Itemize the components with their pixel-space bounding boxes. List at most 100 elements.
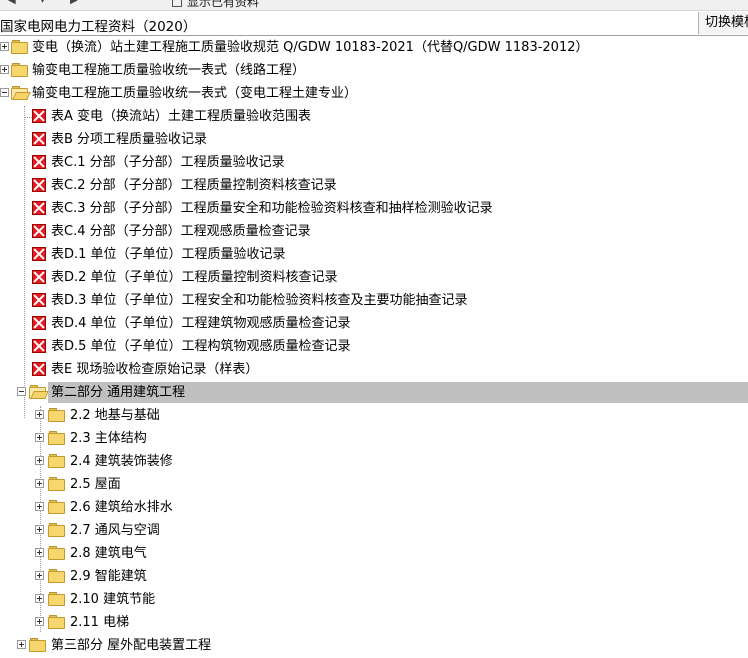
- switch-template-button[interactable]: 切换模板: [698, 12, 748, 34]
- tree-doc-item[interactable]: 表D.2 单位（子单位）工程质量控制资料核查记录: [0, 266, 748, 289]
- dropdown-icon[interactable]: ▾: [40, 0, 50, 6]
- tree-node-label: 表C.2 分部（子分部）工程质量控制资料核查记录: [51, 178, 337, 193]
- tree-node-label: 2.10 建筑节能: [70, 592, 156, 607]
- folder-icon: [48, 431, 65, 445]
- document-icon: [32, 247, 46, 261]
- tree-node-2-2[interactable]: 2.2 地基与基础: [0, 404, 748, 427]
- tree-node-label: 2.4 建筑装饰装修: [70, 454, 173, 469]
- tree-node-label: 表D.4 单位（子单位）工程建筑物观感质量检查记录: [51, 316, 351, 331]
- folder-icon: [48, 615, 65, 629]
- tree-node-2-5[interactable]: 2.5 屋面: [0, 473, 748, 496]
- tree-node-gdw10183[interactable]: 变电（换流）站土建工程施工质量验收规范 Q/GDW 10183-2021（代替Q…: [0, 36, 748, 59]
- folder-icon: [48, 477, 65, 491]
- expand-toggle[interactable]: [0, 65, 9, 74]
- tree-node-label: 2.6 建筑给水排水: [70, 500, 173, 515]
- tree-doc-item[interactable]: 表D.1 单位（子单位）工程质量验收记录: [0, 243, 748, 266]
- expand-toggle[interactable]: [35, 410, 44, 419]
- tree-node-label: 输变电工程施工质量验收统一表式（线路工程）: [32, 63, 306, 78]
- tree-node-label: 2.5 屋面: [70, 477, 121, 492]
- expand-toggle[interactable]: [35, 525, 44, 534]
- tree-doc-item[interactable]: 表C.2 分部（子分部）工程质量控制资料核查记录: [0, 174, 748, 197]
- back-icon[interactable]: ◀: [8, 0, 18, 6]
- tree-node-label: 表C.1 分部（子分部）工程质量验收记录: [51, 155, 285, 170]
- expand-toggle[interactable]: [35, 571, 44, 580]
- tree-doc-item[interactable]: 表C.4 分部（子分部）工程观感质量检查记录: [0, 220, 748, 243]
- tree-node-label: 第三部分 屋外配电装置工程: [51, 638, 212, 653]
- document-icon: [32, 201, 46, 215]
- tree-node-part2-general-building[interactable]: 第二部分 通用建筑工程: [0, 381, 748, 404]
- tree-node-2-11[interactable]: 2.11 电梯: [0, 611, 748, 634]
- tree-node-2-8[interactable]: 2.8 建筑电气: [0, 542, 748, 565]
- tree-view[interactable]: 变电（换流）站土建工程施工质量验收规范 Q/GDW 10183-2021（代替Q…: [0, 36, 748, 658]
- folder-icon: [11, 40, 28, 54]
- show-existing-checkbox[interactable]: [172, 0, 182, 7]
- tree-node-2-4[interactable]: 2.4 建筑装饰装修: [0, 450, 748, 473]
- folder-icon: [48, 500, 65, 514]
- show-existing-label[interactable]: 显示已有资料: [187, 0, 259, 10]
- tree-node-label: 2.9 智能建筑: [70, 569, 147, 584]
- expand-toggle[interactable]: [0, 42, 9, 51]
- expand-toggle[interactable]: [17, 640, 26, 649]
- open-folder-icon: [29, 385, 49, 399]
- document-icon: [32, 224, 46, 238]
- tree-node-line-engineering[interactable]: 输变电工程施工质量验收统一表式（线路工程）: [0, 59, 748, 82]
- tree-node-substation-civil[interactable]: 输变电工程施工质量验收统一表式（变电工程土建专业）: [0, 82, 748, 105]
- folder-icon: [48, 454, 65, 468]
- document-icon: [32, 132, 46, 146]
- tree-node-2-10[interactable]: 2.10 建筑节能: [0, 588, 748, 611]
- expand-toggle[interactable]: [35, 548, 44, 557]
- header-bar: 国家电网电力工程资料（2020） 切换模板: [0, 11, 748, 36]
- collapse-toggle[interactable]: [0, 88, 9, 97]
- tree-node-label: 2.7 通风与空调: [70, 523, 160, 538]
- tree-node-part3-outdoor-switchgear[interactable]: 第三部分 屋外配电装置工程: [0, 634, 748, 657]
- document-icon: [32, 109, 46, 123]
- forward-icon[interactable]: ▶: [70, 0, 80, 6]
- tree-node-label: 表D.3 单位（子单位）工程安全和功能检验资料核查及主要功能抽查记录: [51, 293, 468, 308]
- document-icon: [32, 339, 46, 353]
- expand-toggle[interactable]: [35, 617, 44, 626]
- tree-node-label: 表C.3 分部（子分部）工程质量安全和功能检验资料核查和抽样检测验收记录: [51, 201, 493, 216]
- tree-doc-item[interactable]: 表E 现场验收检查原始记录（样表）: [0, 358, 748, 381]
- folder-icon: [11, 63, 28, 77]
- tree-doc-item[interactable]: 表D.4 单位（子单位）工程建筑物观感质量检查记录: [0, 312, 748, 335]
- document-icon: [32, 316, 46, 330]
- tree-node-label: 表D.5 单位（子单位）工程构筑物观感质量检查记录: [51, 339, 351, 354]
- tree-node-label: 2.2 地基与基础: [70, 408, 160, 423]
- template-title: 国家电网电力工程资料（2020）: [0, 19, 197, 35]
- tree-node-2-3[interactable]: 2.3 主体结构: [0, 427, 748, 450]
- document-icon: [32, 293, 46, 307]
- folder-icon: [48, 408, 65, 422]
- document-icon: [32, 178, 46, 192]
- open-folder-icon: [11, 86, 31, 100]
- tree-node-2-7[interactable]: 2.7 通风与空调: [0, 519, 748, 542]
- tree-node-label: 2.11 电梯: [70, 615, 130, 630]
- tree-node-label: 2.8 建筑电气: [70, 546, 147, 561]
- tree-node-2-6[interactable]: 2.6 建筑给水排水: [0, 496, 748, 519]
- tree-doc-item[interactable]: 表D.5 单位（子单位）工程构筑物观感质量检查记录: [0, 335, 748, 358]
- tree-doc-item[interactable]: 表C.3 分部（子分部）工程质量安全和功能检验资料核查和抽样检测验收记录: [0, 197, 748, 220]
- expand-toggle[interactable]: [35, 456, 44, 465]
- tree-node-label: 2.3 主体结构: [70, 431, 147, 446]
- folder-icon: [29, 638, 46, 652]
- tree-doc-item[interactable]: 表C.1 分部（子分部）工程质量验收记录: [0, 151, 748, 174]
- tree-node-label: 表E 现场验收检查原始记录（样表）: [51, 362, 259, 377]
- folder-icon: [48, 592, 65, 606]
- tree-node-label: 表B 分项工程质量验收记录: [51, 132, 208, 147]
- collapse-toggle[interactable]: [17, 387, 26, 396]
- tree-doc-item[interactable]: 表D.3 单位（子单位）工程安全和功能检验资料核查及主要功能抽查记录: [0, 289, 748, 312]
- document-icon: [32, 270, 46, 284]
- expand-toggle[interactable]: [35, 479, 44, 488]
- tree-node-2-9[interactable]: 2.9 智能建筑: [0, 565, 748, 588]
- tree-node-label: 第二部分 通用建筑工程: [51, 385, 186, 400]
- expand-toggle[interactable]: [35, 594, 44, 603]
- tree-node-label: 变电（换流）站土建工程施工质量验收规范 Q/GDW 10183-2021（代替Q…: [32, 40, 589, 55]
- folder-icon: [48, 569, 65, 583]
- tree-node-label: 输变电工程施工质量验收统一表式（变电工程土建专业）: [32, 86, 358, 101]
- tree-doc-item[interactable]: 表A 变电（换流站）土建工程质量验收范围表: [0, 105, 748, 128]
- folder-icon: [48, 523, 65, 537]
- toolbar: ◀ ▾ ▶ 显示已有资料: [0, 0, 748, 11]
- expand-toggle[interactable]: [35, 502, 44, 511]
- expand-toggle[interactable]: [35, 433, 44, 442]
- tree-node-label: 表D.2 单位（子单位）工程质量控制资料核查记录: [51, 270, 338, 285]
- tree-doc-item[interactable]: 表B 分项工程质量验收记录: [0, 128, 748, 151]
